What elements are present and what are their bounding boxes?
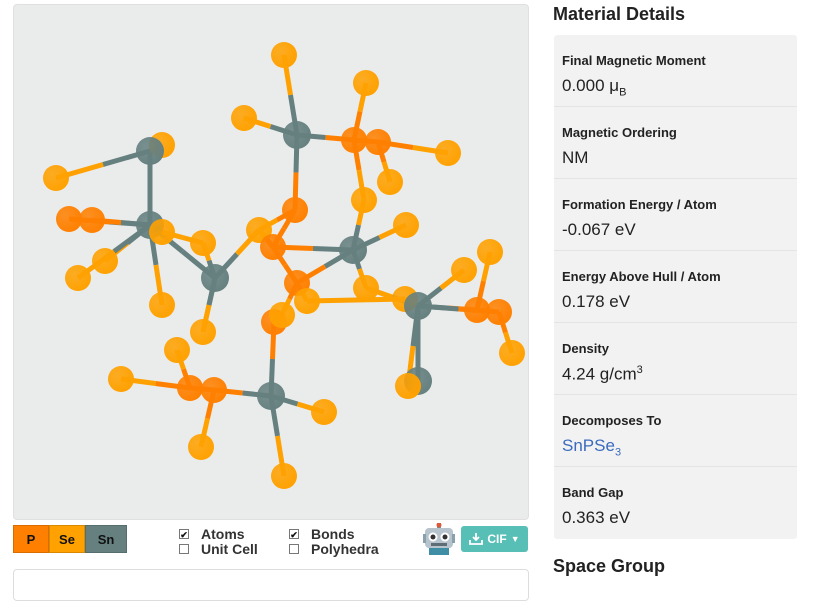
caret-down-icon: ▼: [510, 534, 520, 544]
atom-p-12[interactable]: [282, 197, 308, 223]
property-band-gap: Band Gap 0.363 eV: [562, 485, 631, 527]
polyhedra-label: Polyhedra: [311, 540, 379, 557]
decomposes-to-link[interactable]: SnPSe3: [562, 436, 789, 458]
bonds-polyhedra-toggles: ✔ Bonds Polyhedra: [289, 525, 379, 557]
atom-se-40[interactable]: [108, 366, 134, 392]
polyhedra-checkbox[interactable]: [289, 543, 299, 554]
atom-p-33[interactable]: [486, 299, 512, 325]
atom-sn-21[interactable]: [339, 236, 367, 264]
section-title: Material Details: [553, 4, 686, 24]
atom-sn-7[interactable]: [136, 137, 164, 165]
unit-cell-toggle[interactable]: Unit Cell: [179, 540, 258, 557]
legend-p: P: [13, 525, 49, 553]
atoms-label: Atoms: [201, 525, 245, 542]
legend-se: Se: [49, 525, 85, 553]
property-formation-energy: Formation Energy / Atom -0.067 eV: [554, 179, 797, 251]
structure-viewer[interactable]: [13, 4, 529, 520]
atom-p-5[interactable]: [365, 129, 391, 155]
property-density: Density 4.24 g/cm3: [554, 323, 797, 395]
cif-label: CIF: [487, 532, 507, 546]
robot-icon[interactable]: [422, 522, 456, 555]
atom-se-19[interactable]: [190, 230, 216, 256]
unit-cell-checkbox[interactable]: [179, 543, 189, 554]
atom-se-29[interactable]: [294, 288, 320, 314]
atom-se-10[interactable]: [43, 165, 69, 191]
atom-p-14[interactable]: [79, 207, 105, 233]
material-details-list: Final Magnetic Moment 0.000 μB Magnetic …: [554, 35, 797, 539]
lower-panel: [13, 569, 529, 601]
atom-se-24[interactable]: [451, 257, 477, 283]
cif-download-button[interactable]: CIF ▼: [461, 526, 528, 552]
bonds-checkbox[interactable]: ✔: [289, 528, 299, 540]
atom-p-42[interactable]: [201, 377, 227, 403]
atom-sn-31[interactable]: [404, 292, 432, 320]
atom-sn-3[interactable]: [283, 121, 311, 149]
atoms-toggle[interactable]: ✔ Atoms: [179, 525, 258, 542]
download-icon: [469, 533, 484, 545]
polyhedra-toggle[interactable]: Polyhedra: [289, 540, 379, 557]
atom-se-1[interactable]: [353, 70, 379, 96]
atom-p-41[interactable]: [177, 375, 203, 401]
atom-sn-25[interactable]: [201, 264, 229, 292]
atom-p-32[interactable]: [464, 297, 490, 323]
atom-se-48[interactable]: [271, 463, 297, 489]
element-legend: P Se Sn: [13, 525, 127, 553]
atom-se-18[interactable]: [393, 212, 419, 238]
magnetic-moment-value: 0.000 μB: [562, 76, 627, 99]
property-magnetic-ordering: Magnetic Ordering NM: [554, 107, 797, 179]
atom-se-26[interactable]: [65, 265, 91, 291]
crystal-structure-canvas[interactable]: [14, 5, 528, 519]
legend-sn: Sn: [85, 525, 127, 553]
atom-se-2[interactable]: [231, 105, 257, 131]
atom-se-23[interactable]: [92, 248, 118, 274]
atom-se-47[interactable]: [188, 434, 214, 460]
unit-cell-label: Unit Cell: [201, 540, 258, 557]
atom-se-36[interactable]: [269, 302, 295, 328]
atoms-cell-toggles: ✔ Atoms Unit Cell: [179, 525, 258, 557]
atom-p-20[interactable]: [260, 234, 286, 260]
atom-se-34[interactable]: [149, 292, 175, 318]
atom-se-11[interactable]: [351, 187, 377, 213]
atom-se-8[interactable]: [435, 140, 461, 166]
atom-p-4[interactable]: [341, 127, 367, 153]
atom-se-9[interactable]: [377, 169, 403, 195]
property-energy-above-hull: Energy Above Hull / Atom 0.178 eV: [554, 251, 797, 323]
bonds-toggle[interactable]: ✔ Bonds: [289, 525, 379, 542]
atom-se-28[interactable]: [353, 275, 379, 301]
density-value: 4.24 g/cm3: [562, 364, 643, 384]
atoms-checkbox[interactable]: ✔: [179, 528, 189, 540]
atom-se-39[interactable]: [499, 340, 525, 366]
atom-se-16[interactable]: [149, 219, 175, 245]
viewer-controls: P Se Sn ✔ Atoms Unit Cell ✔ Bonds Polyhe…: [13, 522, 528, 557]
atom-p-13[interactable]: [56, 206, 82, 232]
atom-se-0[interactable]: [271, 42, 297, 68]
atom-se-46[interactable]: [311, 399, 337, 425]
atom-se-37[interactable]: [190, 319, 216, 345]
property-magnetic-moment: Final Magnetic Moment 0.000 μB: [554, 35, 797, 107]
atom-se-38[interactable]: [164, 337, 190, 363]
atom-sn-45[interactable]: [257, 382, 285, 410]
atom-se-22[interactable]: [477, 239, 503, 265]
property-decomposes-to: Decomposes To SnPSe3: [554, 395, 797, 467]
bonds-label: Bonds: [311, 525, 355, 542]
atom-se-44[interactable]: [395, 373, 421, 399]
space-group-title: Space Group: [553, 556, 666, 576]
